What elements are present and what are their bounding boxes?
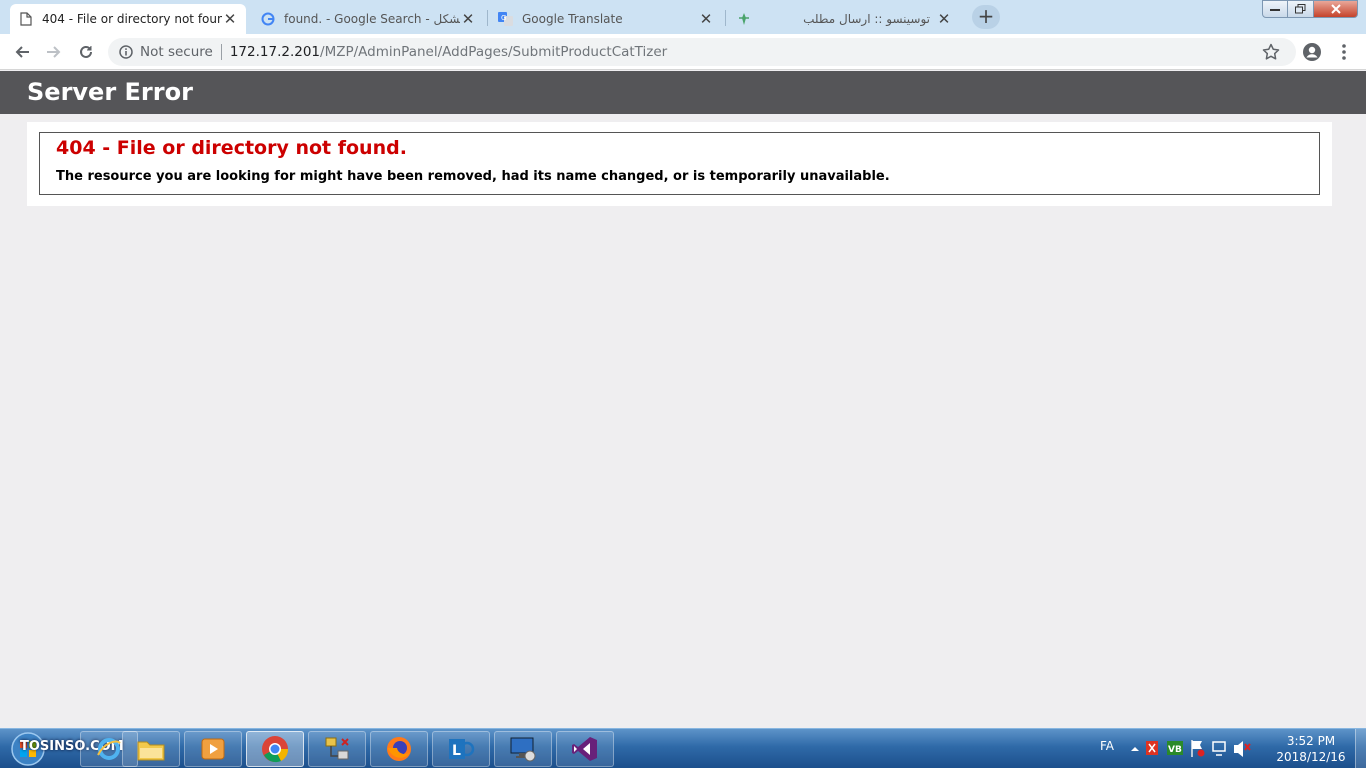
bookmark-star-icon[interactable] xyxy=(1262,43,1280,61)
minimize-icon xyxy=(1270,9,1280,11)
url-path: /MZP/AdminPanel/AddPages/SubmitProductCa… xyxy=(320,44,668,60)
error-message: The resource you are looking for might h… xyxy=(56,169,890,184)
volume-muted-icon[interactable] xyxy=(1230,729,1252,768)
system-clock[interactable]: 3:52 PM 2018/12/16 xyxy=(1276,733,1346,765)
address-bar[interactable]: Not secure 172.17.2.201/MZP/AdminPanel/A… xyxy=(108,38,1296,66)
lync-icon: L xyxy=(449,739,475,759)
vb-icon[interactable]: VB xyxy=(1164,729,1186,768)
omnibox-divider xyxy=(220,44,222,60)
reload-button[interactable] xyxy=(76,42,96,62)
taskbar-network-button[interactable] xyxy=(308,731,366,767)
tab-strip: 404 - File or directory not found. ✕ fou… xyxy=(0,0,1366,34)
tray-expand-icon[interactable] xyxy=(1128,729,1142,768)
tab-title: Google Translate xyxy=(522,12,623,26)
system-tray: VB xyxy=(1128,729,1252,768)
chrome-icon xyxy=(262,736,289,763)
browser-toolbar: Not secure 172.17.2.201/MZP/AdminPanel/A… xyxy=(0,34,1366,70)
tab-tosinso[interactable]: توسینسو :: ارسال مطلب ✕ xyxy=(728,4,960,34)
restore-button[interactable] xyxy=(1288,0,1314,18)
restore-icon xyxy=(1295,4,1306,14)
url-host: 172.17.2.201 xyxy=(229,44,321,60)
internet-explorer-icon xyxy=(97,738,121,760)
tab-google-search[interactable]: found. - Google Search - رفع مشکل ✕ xyxy=(252,4,484,34)
taskbar-lync-button[interactable]: L xyxy=(432,731,490,767)
menu-dots-icon[interactable] xyxy=(1338,42,1350,62)
forward-arrow-icon xyxy=(47,46,61,58)
reload-icon xyxy=(80,45,92,58)
media-icon xyxy=(201,738,225,760)
account-icon[interactable] xyxy=(1302,42,1322,62)
taskbar: TOSINSO.COM L FA VB 3:52 PM 2018/12/16 xyxy=(0,728,1366,768)
back-arrow-icon xyxy=(15,46,29,58)
clock-date: 2018/12/16 xyxy=(1276,750,1346,764)
close-window-button[interactable] xyxy=(1314,0,1358,18)
close-icon[interactable]: ✕ xyxy=(698,11,714,27)
taskbar-firefox-button[interactable] xyxy=(370,731,428,767)
taskbar-explorer-button[interactable] xyxy=(122,731,180,767)
tosinso-icon xyxy=(736,11,752,27)
network-tray-icon[interactable] xyxy=(1208,729,1230,768)
flag-icon[interactable] xyxy=(1186,729,1208,768)
taskbar-chrome-button[interactable] xyxy=(246,731,304,767)
back-button[interactable] xyxy=(12,42,32,62)
visual-studio-icon xyxy=(572,737,597,761)
error-box: 404 - File or directory not found. The r… xyxy=(39,132,1320,195)
svg-text:L: L xyxy=(452,743,461,759)
info-icon[interactable] xyxy=(118,44,134,60)
tab-google-translate[interactable]: G Google Translate ✕ xyxy=(490,4,722,34)
minimize-button[interactable] xyxy=(1262,0,1288,18)
kaspersky-icon[interactable] xyxy=(1142,729,1164,768)
page-title: Server Error xyxy=(27,78,193,106)
taskbar-remote-desktop-button[interactable] xyxy=(494,731,552,767)
folder-icon xyxy=(137,741,165,761)
tab-separator xyxy=(725,10,726,26)
language-indicator[interactable]: FA xyxy=(1100,739,1114,753)
taskbar-media-button[interactable] xyxy=(184,731,242,767)
close-icon[interactable]: ✕ xyxy=(460,11,476,27)
google-icon xyxy=(260,11,276,27)
tab-separator xyxy=(487,10,488,26)
close-icon[interactable]: ✕ xyxy=(936,11,952,27)
tab-title: 404 - File or directory not found. xyxy=(42,12,222,26)
remote-desktop-icon xyxy=(510,737,536,762)
close-icon[interactable]: ✕ xyxy=(222,11,238,27)
window-controls xyxy=(1262,0,1358,18)
security-label[interactable]: Not secure xyxy=(140,44,213,60)
error-title: 404 - File or directory not found. xyxy=(56,137,407,159)
server-error-header: Server Error xyxy=(0,71,1366,114)
tab-title: found. - Google Search - رفع مشکل xyxy=(284,12,460,26)
clock-time: 3:52 PM xyxy=(1286,734,1336,748)
network-icon xyxy=(325,737,349,760)
firefox-icon xyxy=(387,737,411,761)
show-desktop-button[interactable] xyxy=(1355,729,1366,768)
translate-icon: G xyxy=(498,11,514,27)
document-icon xyxy=(18,11,34,27)
taskbar-visual-studio-button[interactable] xyxy=(556,731,614,767)
tab-title: توسینسو :: ارسال مطلب xyxy=(803,12,930,26)
forward-button[interactable] xyxy=(44,42,64,62)
new-tab-button[interactable]: + xyxy=(972,5,1000,29)
svg-text:VB: VB xyxy=(1168,745,1182,755)
error-content: 404 - File or directory not found. The r… xyxy=(27,122,1332,206)
close-window-icon xyxy=(1330,4,1341,14)
tab-404[interactable]: 404 - File or directory not found. ✕ xyxy=(10,4,246,34)
svg-text:G: G xyxy=(501,14,506,22)
